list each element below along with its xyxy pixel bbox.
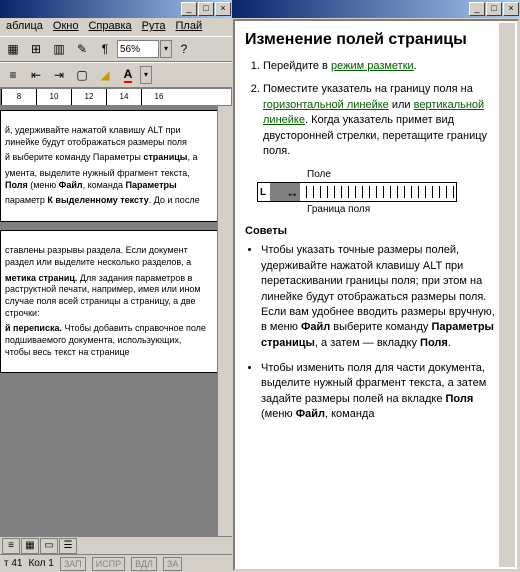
borders-icon[interactable]: ▢: [71, 64, 93, 86]
double-arrow-icon: ↔: [286, 185, 299, 200]
toolbar-2: ≡ ⇤ ⇥ ▢ ◢ A ▾: [0, 62, 232, 88]
view-buttons-bar: ≡ ▦ ▭ ☰: [0, 536, 232, 554]
table-icon[interactable]: ▦: [2, 38, 24, 60]
help-icon[interactable]: ?: [173, 38, 195, 60]
menu-play[interactable]: Плай: [172, 19, 207, 35]
font-color-icon[interactable]: A: [117, 64, 139, 86]
horizontal-ruler[interactable]: 8 10 12 14 16: [0, 88, 232, 106]
maximize-button[interactable]: □: [198, 2, 214, 16]
status-ispr: ИСПР: [92, 557, 125, 571]
status-za: ЗА: [163, 557, 182, 571]
web-view-icon[interactable]: ▦: [21, 538, 39, 554]
page-2[interactable]: ставлены разрывы раздела. Если документ …: [0, 230, 218, 373]
menu-bar: аблица Окно Справка Рута Плай: [0, 18, 232, 36]
drawing-icon[interactable]: ✎: [71, 38, 93, 60]
normal-view-icon[interactable]: ≡: [2, 538, 20, 554]
toolbar-1: ▦ ⊞ ▥ ✎ ¶ 56% ▾ ?: [0, 36, 232, 62]
close-button[interactable]: ×: [215, 2, 231, 16]
tips-heading: Советы: [245, 225, 495, 237]
menu-window[interactable]: Окно: [49, 19, 83, 35]
horizontal-ruler-link[interactable]: горизонтальной линейке: [263, 99, 389, 111]
bullets-icon[interactable]: ≡: [2, 64, 24, 86]
columns-icon[interactable]: ▥: [48, 38, 70, 60]
highlight-icon[interactable]: ◢: [94, 64, 116, 86]
help-step-1: Перейдите в режим разметки.: [263, 59, 495, 74]
tab-stop-icon: L: [260, 187, 266, 198]
zoom-dropdown[interactable]: ▾: [160, 40, 172, 58]
status-col: Кол 1: [28, 558, 53, 569]
vertical-scrollbar[interactable]: [217, 106, 232, 536]
help-title: Изменение полей страницы: [245, 31, 495, 49]
help-pane: Изменение полей страницы Перейдите в реж…: [233, 19, 519, 571]
help-step-2: Поместите указатель на границу поля на г…: [263, 82, 495, 159]
font-color-dropdown[interactable]: ▾: [140, 66, 152, 84]
tip-2: Чтобы изменить поля для части документа,…: [261, 361, 495, 423]
minimize-button[interactable]: _: [181, 2, 197, 16]
tip-1: Чтобы указать точные размеры полей, удер…: [261, 243, 495, 351]
help-scrollbar[interactable]: [499, 23, 515, 567]
status-page: т 41: [4, 558, 22, 569]
print-view-icon[interactable]: ▭: [40, 538, 58, 554]
zoom-field[interactable]: 56%: [117, 40, 159, 58]
table-grid-icon[interactable]: ⊞: [25, 38, 47, 60]
help-minimize-button[interactable]: _: [469, 2, 485, 16]
layout-mode-link[interactable]: режим разметки: [331, 60, 414, 72]
indent-out-icon[interactable]: ⇤: [25, 64, 47, 86]
show-formatting-icon[interactable]: ¶: [94, 38, 116, 60]
status-rec: ЗАП: [60, 557, 86, 571]
menu-ruta[interactable]: Рута: [138, 19, 170, 35]
indent-in-icon[interactable]: ⇥: [48, 64, 70, 86]
menu-help[interactable]: Справка: [84, 19, 135, 35]
ruler-illustration: Поле L ↔ Граница поля: [257, 169, 457, 215]
help-close-button[interactable]: ×: [503, 2, 519, 16]
outline-view-icon[interactable]: ☰: [59, 538, 77, 554]
document-area: й, удерживайте нажатой клавишу ALT при л…: [0, 106, 232, 536]
status-bar: т 41 Кол 1 ЗАП ИСПР ВДЛ ЗА: [0, 554, 232, 572]
menu-table[interactable]: аблица: [2, 19, 47, 35]
page-1[interactable]: й, удерживайте нажатой клавишу ALT при л…: [0, 110, 218, 222]
help-maximize-button[interactable]: □: [486, 2, 502, 16]
status-vdl: ВДЛ: [131, 557, 157, 571]
